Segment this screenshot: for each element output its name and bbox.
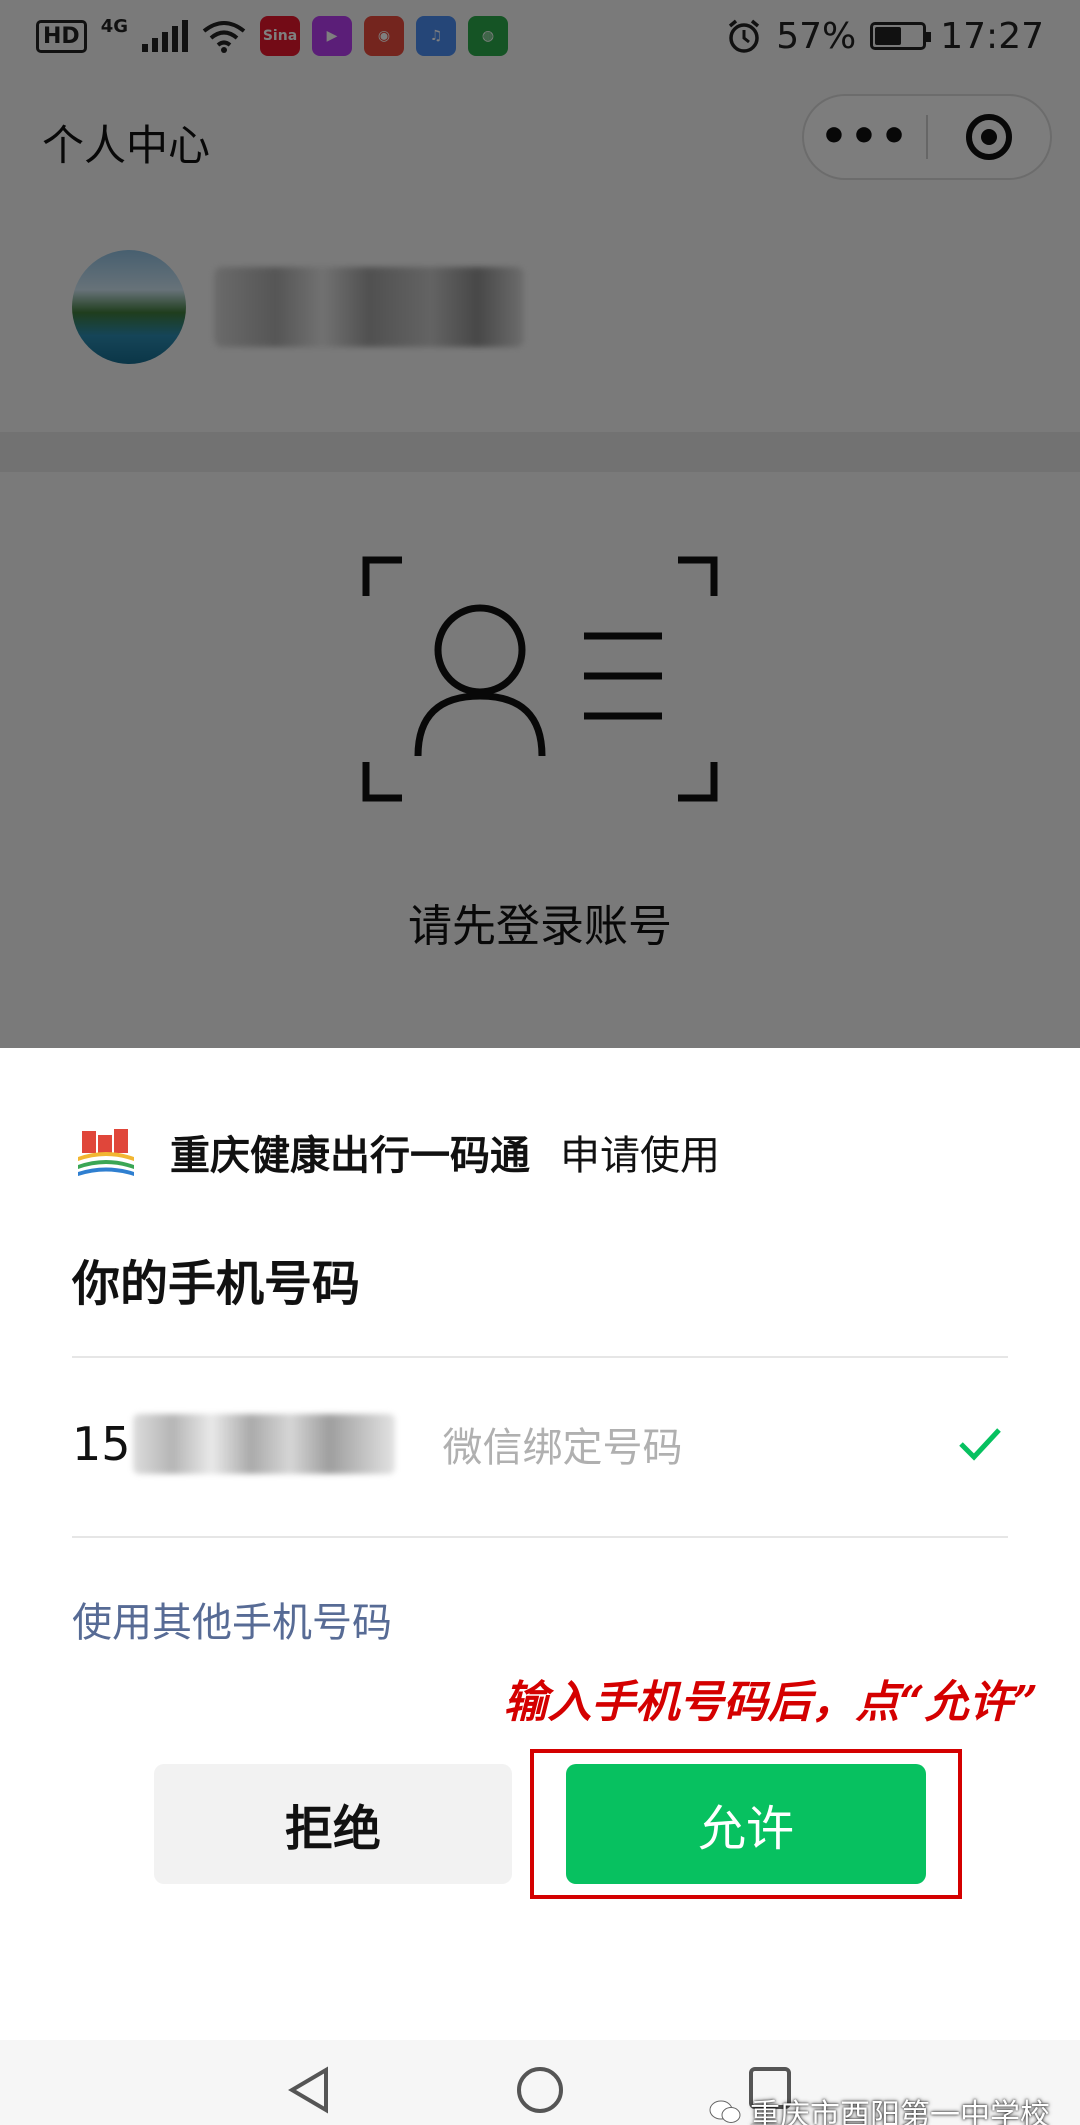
request-text: 申请使用 [560, 1133, 720, 1179]
reject-button[interactable]: 拒绝 [154, 1764, 512, 1884]
requesting-app-row: 重庆健康出行一码通 申请使用 [76, 1120, 720, 1184]
checkmark-icon [959, 1428, 1001, 1461]
wechat-icon [709, 2100, 741, 2123]
sheet-title: 你的手机号码 [72, 1256, 361, 1312]
phone-number-prefix: 15 [72, 1417, 131, 1471]
red-highlight-box [530, 1749, 962, 1899]
bound-phone-option[interactable]: 15 微信绑定号码 [72, 1404, 1008, 1484]
back-icon[interactable] [286, 2066, 330, 2114]
divider-top [72, 1356, 1008, 1358]
home-icon[interactable] [516, 2066, 564, 2114]
red-annotation-text: 输入手机号码后，点“允许” [503, 1677, 1038, 1728]
wechat-watermark: 重庆市酉阳第一中学校 [708, 2090, 1050, 2125]
modal-overlay[interactable] [0, 0, 1080, 1048]
phone-tag: 微信绑定号码 [442, 1425, 683, 1471]
app-name: 重庆健康出行一码通 [170, 1133, 530, 1179]
chongqing-health-logo-icon [78, 1129, 134, 1176]
divider-bottom [72, 1536, 1008, 1538]
phone-authorization-sheet: 重庆健康出行一码通 申请使用 你的手机号码 15 微信绑定号码 使用其他手机号码… [0, 1048, 1080, 2040]
blurred-phone-digits [132, 1414, 395, 1474]
use-other-phone-link[interactable]: 使用其他手机号码 [72, 1590, 392, 1648]
watermark-text: 重庆市酉阳第一中学校 [750, 2098, 1050, 2125]
